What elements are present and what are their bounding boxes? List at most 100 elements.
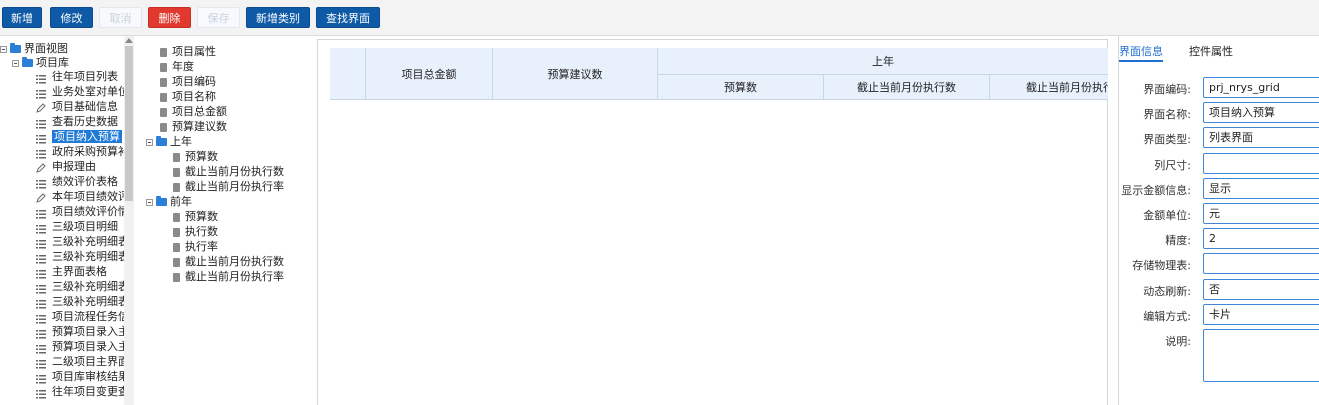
field-item[interactable]: 项目编码 (160, 74, 216, 89)
header-exec-amount[interactable]: 截止当前月份执行数 (824, 75, 990, 100)
field-item[interactable]: 截止当前月份执行率 (173, 269, 284, 284)
grid-corner-cell (330, 48, 366, 100)
tab-view-info[interactable]: 界面信息 (1119, 43, 1163, 59)
field-item-label: 预算建议数 (172, 120, 227, 133)
header-total-amount[interactable]: 项目总金额 (366, 48, 493, 100)
tree-item[interactable]: 往年项目变更查 (36, 384, 129, 399)
field-icon (173, 242, 180, 252)
field-group[interactable]: 上年 (146, 134, 192, 149)
prop-input[interactable]: 项目纳入预算 (1203, 102, 1319, 124)
edit-button[interactable]: 修改 (50, 7, 93, 28)
field-item-label: 截止当前月份执行数 (185, 255, 284, 268)
scrollbar-thumb[interactable] (125, 46, 133, 201)
scroll-up-icon[interactable] (125, 38, 133, 43)
tree-item-label: 业务处室对单位 (52, 85, 129, 98)
tree-item[interactable]: 预算项目录入主 (36, 339, 129, 354)
header-group-last-year[interactable]: 上年 (658, 48, 1108, 75)
tree-item[interactable]: 三级补充明细表 (36, 294, 129, 309)
tree-item[interactable]: 业务处室对单位 (36, 84, 129, 99)
tree-item-label: 预算项目录入主 (52, 325, 129, 338)
tree-item[interactable]: 预算项目录入主 (36, 324, 129, 339)
prop-label: 界面编码: (1143, 83, 1191, 96)
tree-item[interactable]: 项目基础信息 (36, 99, 118, 114)
field-item[interactable]: 截止当前月份执行数 (173, 164, 284, 179)
cancel-button[interactable]: 取消 (99, 7, 142, 28)
prop-input[interactable]: 显示 (1203, 177, 1319, 199)
field-item[interactable]: 年度 (160, 59, 194, 74)
tree-item-label: 申报理由 (52, 160, 96, 173)
prop-label: 精度: (1165, 234, 1191, 248)
tree-item[interactable]: 项目绩效评价情 (36, 204, 129, 219)
tree-item-label: 项目流程任务信 (52, 310, 129, 323)
tab-control-props[interactable]: 控件属性 (1189, 43, 1233, 59)
delete-button[interactable]: 删除 (148, 7, 191, 28)
list-icon (36, 208, 46, 218)
add-button[interactable]: 新增 (2, 7, 42, 28)
tree-scrollbar[interactable] (124, 36, 134, 405)
tree-item[interactable]: 项目流程任务信 (36, 309, 129, 324)
tree-item[interactable]: 三级补充明细表 (36, 234, 129, 249)
add-category-button[interactable]: 新增类别 (246, 7, 310, 28)
field-icon (160, 77, 167, 87)
description-textarea[interactable] (1203, 329, 1319, 382)
field-group[interactable]: 前年 (146, 194, 192, 209)
prop-input[interactable]: 2 (1203, 228, 1319, 250)
field-icon (160, 92, 167, 102)
prop-input[interactable]: prj_nrys_grid (1203, 77, 1319, 98)
field-item[interactable]: 截止当前月份执行数 (173, 254, 284, 269)
field-item[interactable]: 项目总金额 (160, 104, 227, 119)
field-item-label: 预算数 (185, 210, 218, 223)
field-icon (160, 107, 167, 117)
prop-input[interactable]: 卡片 (1203, 303, 1319, 325)
save-button[interactable]: 保存 (197, 7, 240, 28)
tree-item[interactable]: 三级项目明细 (36, 219, 118, 234)
field-item[interactable]: 预算建议数 (160, 119, 227, 134)
tree-item-label: 二级项目主界面 (52, 355, 129, 368)
tree-item-label: 查看历史数据 (52, 115, 118, 128)
prop-input[interactable]: 元 (1203, 203, 1319, 224)
tree-item-label: 三级补充明细表 (52, 235, 129, 248)
field-item[interactable]: 截止当前月份执行率 (173, 179, 284, 194)
collapse-toggle-icon[interactable] (146, 198, 153, 206)
field-icon (173, 212, 180, 222)
tree-root[interactable]: 界面视图 (0, 41, 68, 56)
prop-input[interactable] (1203, 152, 1319, 174)
folder-icon (10, 43, 21, 53)
collapse-toggle-icon[interactable] (146, 138, 153, 146)
tree-item-label: 三级补充明细表 (52, 295, 129, 308)
tree-item[interactable]: 三级补充明细表 (36, 249, 129, 264)
tree-item[interactable]: 往年项目列表 (36, 69, 118, 84)
tree-item[interactable]: 查看历史数据 (36, 114, 118, 129)
tree-item[interactable]: 主界面表格 (36, 264, 107, 279)
field-item[interactable]: 预算数 (173, 209, 218, 224)
list-icon (36, 328, 46, 338)
tree-item[interactable]: 三级补充明细表 (36, 279, 129, 294)
tree-item[interactable]: 项目库审核结果 (36, 369, 129, 384)
tree-item[interactable]: 本年项目绩效评 (36, 189, 129, 204)
collapse-toggle-icon[interactable] (0, 45, 7, 53)
collapse-toggle-icon[interactable] (12, 59, 19, 67)
tree-item[interactable]: 项目纳入预算 (36, 129, 122, 144)
field-item[interactable]: 执行数 (173, 224, 218, 239)
field-item-label: 截止当前月份执行率 (185, 180, 284, 193)
list-icon (36, 343, 46, 353)
prop-input[interactable]: 否 (1203, 278, 1319, 300)
header-exec-rate[interactable]: 截止当前月份执行率 (990, 75, 1108, 100)
header-budget-suggestion[interactable]: 预算建议数 (493, 48, 658, 100)
header-budget[interactable]: 预算数 (658, 75, 824, 100)
find-view-button[interactable]: 查找界面 (316, 7, 380, 28)
tree-item[interactable]: 政府采购预算补 (36, 144, 129, 159)
field-item[interactable]: 执行率 (173, 239, 218, 254)
prop-input[interactable] (1203, 253, 1319, 275)
tree-item[interactable]: 绩效评价表格 (36, 174, 118, 189)
tree-item[interactable]: 二级项目主界面 (36, 354, 129, 369)
field-item[interactable]: 预算数 (173, 149, 218, 164)
tree-item-label: 预算项目录入主 (52, 340, 129, 353)
list-icon (36, 298, 46, 308)
prop-input[interactable]: 列表界面 (1203, 127, 1319, 149)
field-item[interactable]: 项目属性 (160, 44, 216, 59)
field-item[interactable]: 项目名称 (160, 89, 216, 104)
tree-group-project-library[interactable]: 项目库 (12, 55, 69, 70)
tree-item[interactable]: 申报理由 (36, 159, 96, 174)
tree-item-label: 三级项目明细 (52, 220, 118, 233)
